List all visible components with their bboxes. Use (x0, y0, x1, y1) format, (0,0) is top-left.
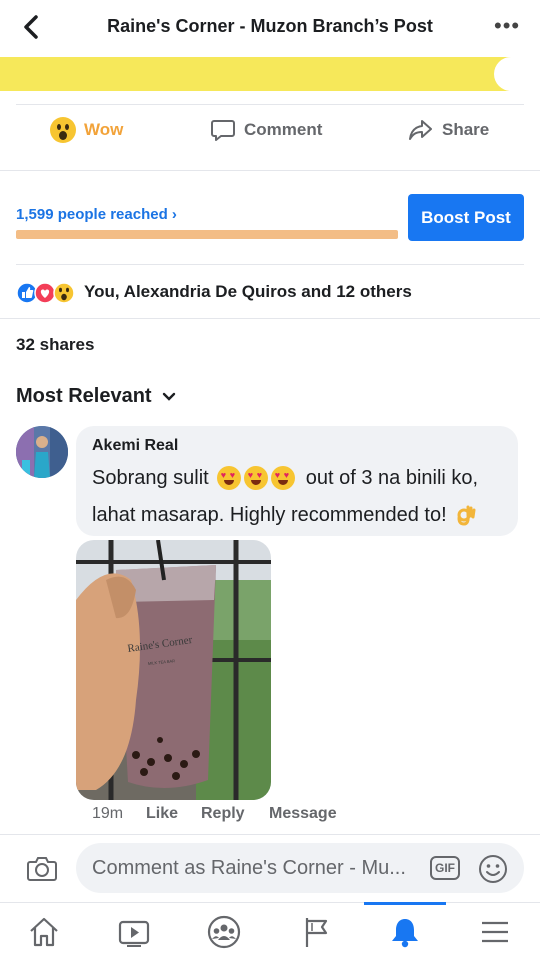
notifications-bell-icon[interactable] (385, 912, 425, 952)
comment-text-line2: lahat masarap. Highly recommended to! (92, 503, 479, 527)
menu-icon[interactable] (475, 912, 515, 952)
divider (16, 264, 524, 265)
more-icon[interactable]: ••• (494, 13, 520, 39)
shares-count[interactable]: 32 shares (16, 335, 94, 355)
people-reached-link[interactable]: 1,599 people reached › (16, 206, 177, 223)
share-icon (409, 120, 432, 140)
ok-hand-emoji-icon (455, 503, 479, 527)
comment-sort-dropdown[interactable]: Most Relevant (16, 385, 176, 408)
active-tab-indicator (364, 902, 446, 905)
page-title: Raine's Corner - Muzon Branch’s Post (107, 16, 433, 36)
like-link[interactable]: Like (146, 805, 178, 823)
share-label: Share (442, 120, 490, 139)
share-button[interactable]: Share (408, 117, 489, 143)
heart-eyes-emoji-icon: ♥ ♥ (270, 466, 295, 490)
comment-photo[interactable]: Raine's Corner MILK TEA BAR (76, 540, 271, 800)
pages-flag-icon[interactable] (296, 912, 336, 952)
post-image-strip-edge (494, 57, 540, 91)
comment-input-placeholder[interactable]: Comment as Raine's Corner - Mu... (92, 857, 424, 880)
gif-button[interactable]: GIF (430, 856, 460, 880)
wow-icon (50, 117, 76, 143)
chevron-right-icon: › (167, 206, 177, 223)
heart-eyes-emoji-icon: ♥ ♥ (216, 466, 241, 490)
comment-button[interactable]: Comment (210, 117, 322, 143)
avatar[interactable] (16, 426, 68, 478)
home-icon[interactable] (24, 912, 64, 952)
sort-label: Most Relevant (16, 385, 152, 407)
boost-post-button[interactable]: Boost Post (408, 194, 524, 241)
wow-label: Wow (84, 120, 124, 139)
comment-text-line1: Sobrang sulit ♥ ♥ ♥ ♥ ♥ ♥ out of 3 na binil… (92, 466, 479, 490)
message-link[interactable]: Message (269, 805, 337, 823)
bottom-navigation (0, 902, 540, 961)
reaction-icons[interactable] (16, 282, 80, 304)
groups-icon[interactable] (204, 912, 244, 952)
comment-author[interactable]: Akemi Real (92, 437, 178, 455)
chevron-down-icon (162, 392, 175, 401)
reach-progress-bar (16, 230, 398, 239)
reply-link[interactable]: Reply (201, 805, 245, 823)
divider (0, 318, 540, 319)
comment-icon (211, 120, 235, 141)
emoji-smile-icon[interactable] (478, 854, 508, 884)
comment-time: 19m (92, 805, 124, 822)
watch-icon[interactable] (114, 912, 154, 952)
heart-eyes-emoji-icon: ♥ ♥ (243, 466, 268, 490)
post-image-strip (0, 57, 540, 91)
reactions-summary[interactable]: You, Alexandria De Quiros and 12 others (84, 282, 412, 302)
comment-label: Comment (244, 120, 323, 139)
camera-icon[interactable] (26, 852, 58, 884)
wow-button[interactable]: Wow (50, 117, 123, 143)
divider (16, 104, 524, 105)
divider (0, 170, 540, 179)
